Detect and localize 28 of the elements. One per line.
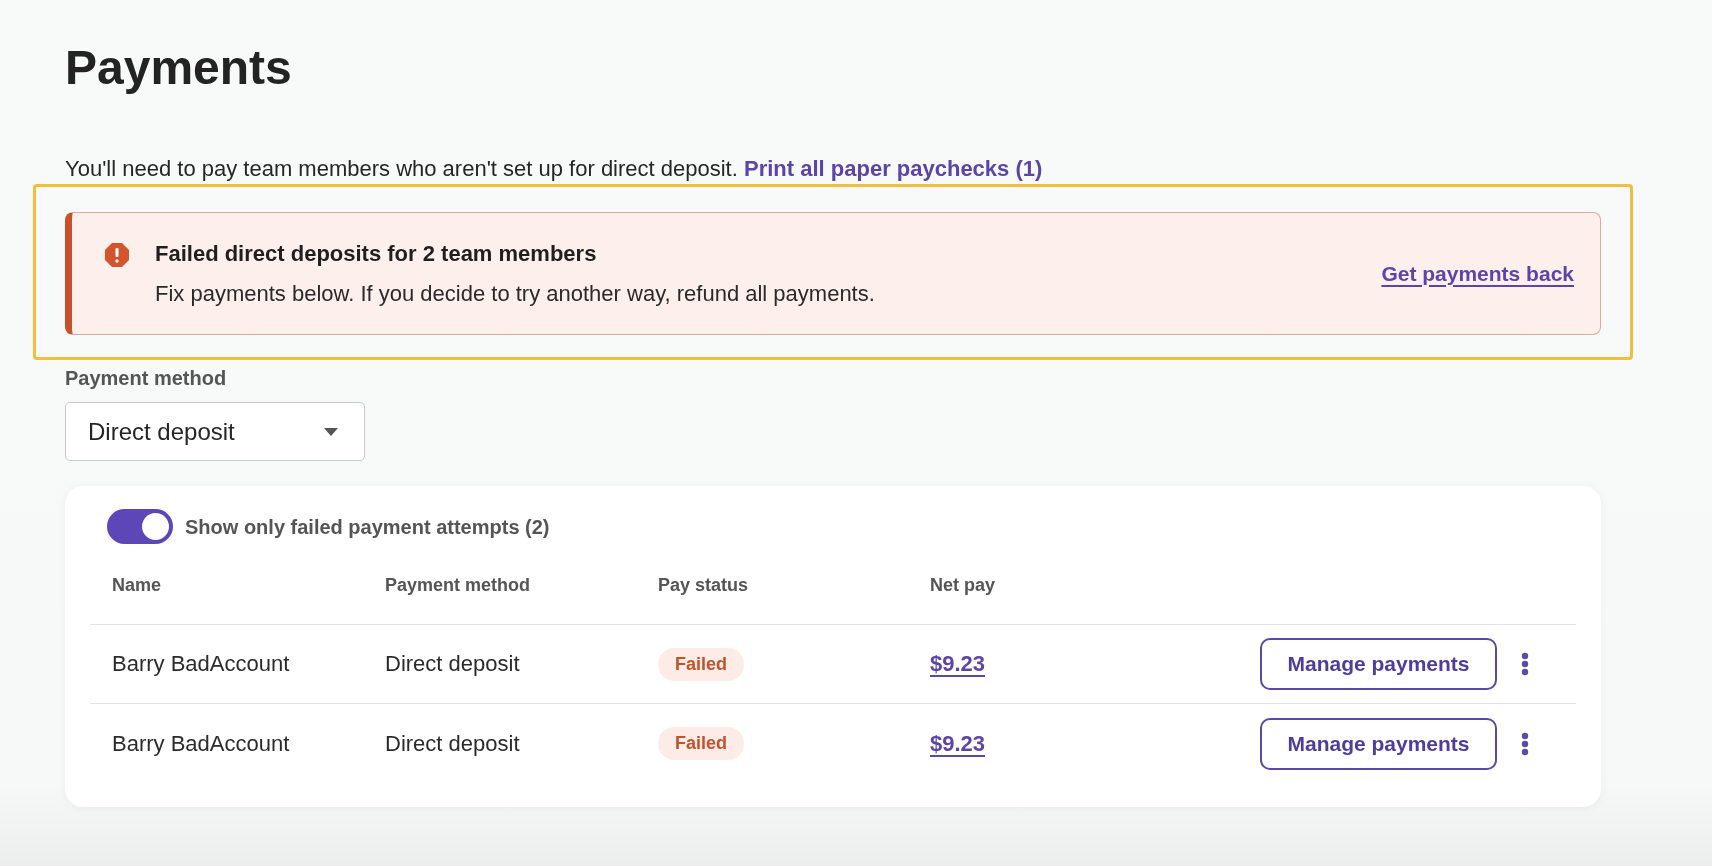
column-header: Pay status [658, 574, 749, 597]
more-options-icon[interactable] [1521, 731, 1529, 756]
print-paychecks-link[interactable]: Print all paper paychecks (1) [744, 156, 1043, 181]
notice-text: You'll need to pay team members who aren't set up for direct deposit. Print all paper paychecks (1) [65, 155, 1043, 183]
table-cell: Direct deposit [385, 730, 520, 756]
alert-title: Failed direct deposits for 2 team members [155, 239, 598, 268]
net-pay-link[interactable]: $9.23 [930, 730, 986, 756]
column-header: Net pay [930, 574, 996, 597]
column-header: Name [112, 574, 162, 597]
status-badge: Failed [658, 727, 744, 760]
alert-message: Fix payments below. If you decide to try another way, refund all payments. [155, 279, 875, 308]
get-payments-back-link[interactable]: Get payments back [1381, 259, 1574, 288]
net-pay-link[interactable]: $9.23 [930, 651, 986, 676]
field-label: Payment method [65, 366, 227, 390]
column-header: Payment method [385, 574, 531, 597]
caret-icon [324, 427, 338, 436]
table-cell: Barry BadAccount [112, 730, 290, 756]
more-options-icon[interactable] [1521, 652, 1529, 676]
page-title: Payments [65, 40, 292, 96]
toggle-label: Show only failed payment attempts (2) [185, 514, 550, 540]
manage-payments-button[interactable]: Manage payments [1260, 717, 1497, 770]
alert-icon [105, 242, 129, 267]
toggle-switch[interactable] [107, 509, 173, 544]
manage-payments-button[interactable]: Manage payments [1260, 638, 1497, 690]
table-cell: Direct deposit [385, 651, 520, 676]
table-cell: Barry BadAccount [112, 651, 290, 676]
payment-method-dropdown[interactable]: Direct deposit [65, 402, 365, 461]
status-badge: Failed [658, 647, 744, 681]
